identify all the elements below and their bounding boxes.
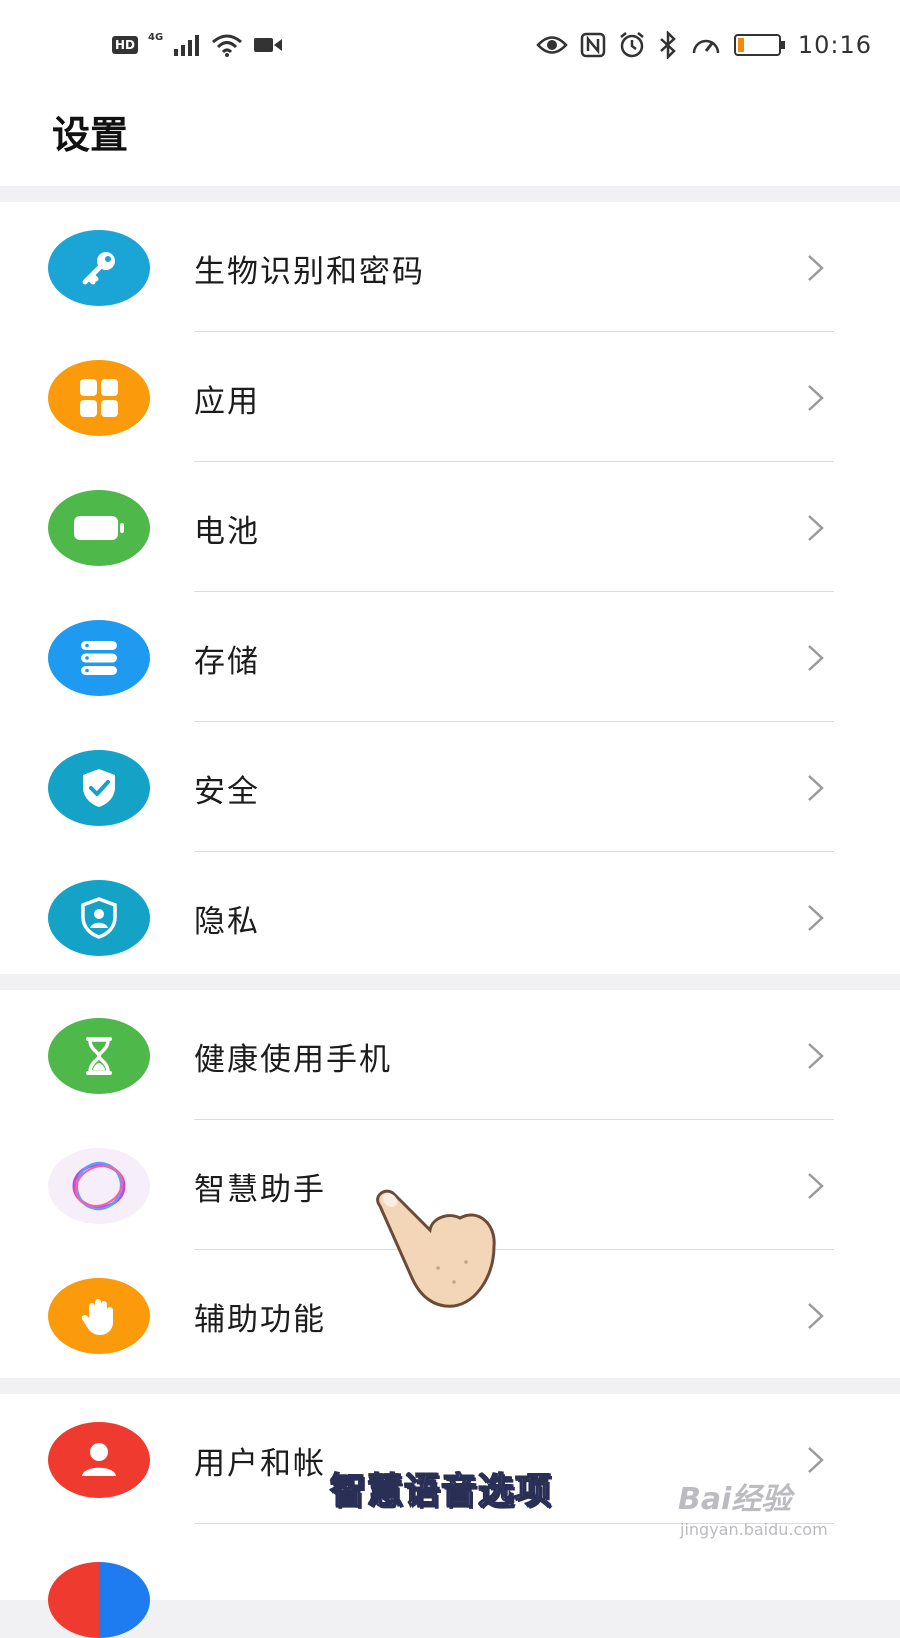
nfc-icon [580, 32, 606, 58]
wifi-icon [212, 34, 243, 57]
settings-header: 设置 [0, 90, 900, 186]
user-icon [48, 1422, 150, 1498]
settings-item-battery[interactable]: 电池 [0, 462, 900, 592]
settings-item-label: 辅助功能 [194, 1302, 326, 1338]
hand-icon [48, 1278, 150, 1354]
assistant-ring-icon [48, 1148, 150, 1224]
video-icon [254, 38, 283, 52]
settings-item-label: 电池 [194, 514, 260, 550]
pointing-finger-icon [376, 1189, 496, 1308]
settings-item-storage[interactable]: 存储 [0, 592, 900, 722]
settings-item-label: 应用 [194, 384, 260, 420]
settings-item-apps[interactable]: 应用 [0, 332, 900, 462]
settings-item-label: 健康使用手机 [194, 1042, 392, 1078]
privacy-shield-icon [48, 880, 150, 956]
watermark: Bai经验 jingyan.baidu.com [678, 1474, 838, 1554]
clock: 10:16 [797, 31, 872, 59]
speed-icon [692, 39, 720, 54]
network-type: 4G [148, 31, 164, 43]
watermark-logo: Bai经验 [678, 1482, 792, 1517]
chevron-right-icon [808, 1173, 824, 1199]
battery-icon [48, 490, 150, 566]
page-title: 设置 [52, 113, 129, 157]
key-icon [48, 230, 150, 306]
settings-item-label: 安全 [194, 774, 260, 810]
status-right: 10:16 [536, 28, 872, 62]
hd-badge: HD [112, 36, 139, 54]
apps-grid-icon [48, 360, 150, 436]
chevron-right-icon [808, 775, 824, 801]
chevron-right-icon [808, 385, 824, 411]
signal-icon [174, 35, 200, 56]
eye-icon [536, 36, 568, 54]
tutorial-subtitle: 智慧语音选项 [329, 1470, 553, 1513]
shield-check-icon [48, 750, 150, 826]
next-item-icon-partial [48, 1562, 150, 1638]
chevron-right-icon [808, 255, 824, 281]
chevron-right-icon [808, 515, 824, 541]
chevron-right-icon [808, 1447, 824, 1473]
settings-group-1: 生物识别和密码 应用 电池 存储 安全 隐私 [0, 202, 900, 974]
alarm-icon [620, 32, 644, 58]
settings-item-label: 智慧助手 [194, 1172, 326, 1208]
battery-icon [733, 34, 785, 56]
settings-item-label: 存储 [194, 644, 260, 680]
bluetooth-icon [659, 31, 676, 59]
status-bar: HD 4G 10:16 [0, 0, 900, 90]
settings-item-label: 生物识别和密码 [194, 254, 425, 290]
chevron-right-icon [808, 1043, 824, 1069]
settings-item-label: 用户和帐 [194, 1446, 326, 1482]
settings-item-security[interactable]: 安全 [0, 722, 900, 852]
hourglass-icon [48, 1018, 150, 1094]
settings-item-privacy[interactable]: 隐私 [0, 852, 900, 982]
chevron-right-icon [808, 1303, 824, 1329]
watermark-url: jingyan.baidu.com [680, 1520, 828, 1539]
chevron-right-icon [808, 905, 824, 931]
settings-item-biometrics[interactable]: 生物识别和密码 [0, 202, 900, 332]
storage-icon [48, 620, 150, 696]
settings-item-digital-balance[interactable]: 健康使用手机 [0, 990, 900, 1120]
settings-item-label: 隐私 [194, 904, 260, 940]
status-left: HD 4G [112, 30, 283, 60]
chevron-right-icon [808, 645, 824, 671]
